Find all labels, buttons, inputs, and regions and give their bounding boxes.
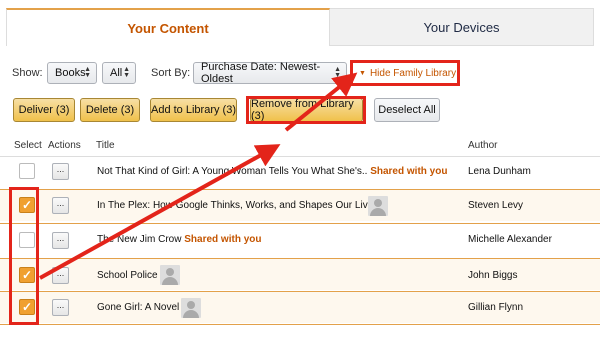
select-column-header: Select [14,140,42,151]
book-title[interactable]: The New Jim Crow Shared with you [97,234,261,245]
deliver-button[interactable]: Deliver (3) [13,98,75,122]
sort-by-label: Sort By: [151,67,191,79]
book-title[interactable]: Not That Kind of Girl: A Young Woman Tel… [97,166,447,177]
row-actions-button[interactable]: ... [52,267,69,284]
person-avatar-icon [181,298,201,318]
add-to-library-button[interactable]: Add to Library (3) [150,98,237,122]
book-title[interactable]: In The Plex: How Google Thinks, Works, a… [97,200,378,211]
highlight-box-checkboxes [9,187,39,325]
row-actions-button[interactable]: ... [52,232,69,249]
row-actions-button[interactable]: ... [52,299,69,316]
book-author: Lena Dunham [468,166,531,177]
hide-family-library-link[interactable]: ▼ Hide Family Library [350,60,460,86]
hide-family-library-label: Hide Family Library [369,67,457,79]
row-actions-button[interactable]: ... [52,197,69,214]
delete-button[interactable]: Delete (3) [80,98,140,122]
select-arrows-icon: ▲ ▼ [334,66,341,79]
sort-value: Purchase Date: Newest-Oldest [201,61,321,85]
book-author: John Biggs [468,270,518,281]
book-title[interactable]: School Police [97,270,158,281]
person-avatar-icon [368,196,388,216]
tab-your-devices[interactable]: Your Devices [330,8,594,46]
caret-down-icon: ▼ [359,69,366,77]
row-divider [0,324,600,325]
shared-badge: Shared with you [184,234,262,245]
book-title-text: The New Jim Crow [97,234,182,245]
book-title-text: Not That Kind of Girl: A Young Woman Tel… [97,166,368,177]
content-type-select[interactable]: Books ▲ ▼ [47,62,97,84]
sort-select[interactable]: Purchase Date: Newest-Oldest ▲ ▼ [193,61,347,85]
person-avatar-icon [160,265,180,285]
book-title[interactable]: Gone Girl: A Novel [97,302,179,313]
scope-select[interactable]: All ▲ ▼ [102,62,136,84]
highlight-box-remove [246,96,366,124]
title-column-header: Title [96,140,115,151]
filter-row: Show: Books ▲ ▼ All ▲ ▼ Sort By: Purchase … [0,60,600,86]
table-row: ✓ ... Gone Girl: A Novel Gillian Flynn [0,292,600,323]
table-row: ✓ ... School Police John Biggs [0,259,600,290]
manage-content-page: Your Content Your Devices Show: Books ▲ ▼… [0,0,600,340]
book-author: Steven Levy [468,200,524,211]
row-actions-button[interactable]: ... [52,163,69,180]
select-arrows-icon: ▲ ▼ [123,66,130,79]
tab-bar: Your Content Your Devices [0,0,600,46]
deselect-all-button[interactable]: Deselect All [374,98,440,122]
author-column-header: Author [468,140,498,151]
content-type-value: Books [55,67,86,79]
table-header: Select Actions Title Author [0,140,600,154]
show-label: Show: [12,67,43,79]
tab-your-content[interactable]: Your Content [6,8,330,46]
shared-badge: Shared with you [370,166,448,177]
row-checkbox[interactable] [19,163,35,179]
actions-column-header: Actions [48,140,81,151]
select-arrows-icon: ▲ ▼ [84,66,91,79]
table-row: ... Not That Kind of Girl: A Young Woman… [0,157,600,188]
book-author: Michelle Alexander [468,234,552,245]
book-author: Gillian Flynn [468,302,524,313]
scope-value: All [110,67,123,79]
table-row: ... The New Jim Crow Shared with you Mic… [0,224,600,255]
table-row: ✓ ... In The Plex: How Google Thinks, Wo… [0,190,600,221]
